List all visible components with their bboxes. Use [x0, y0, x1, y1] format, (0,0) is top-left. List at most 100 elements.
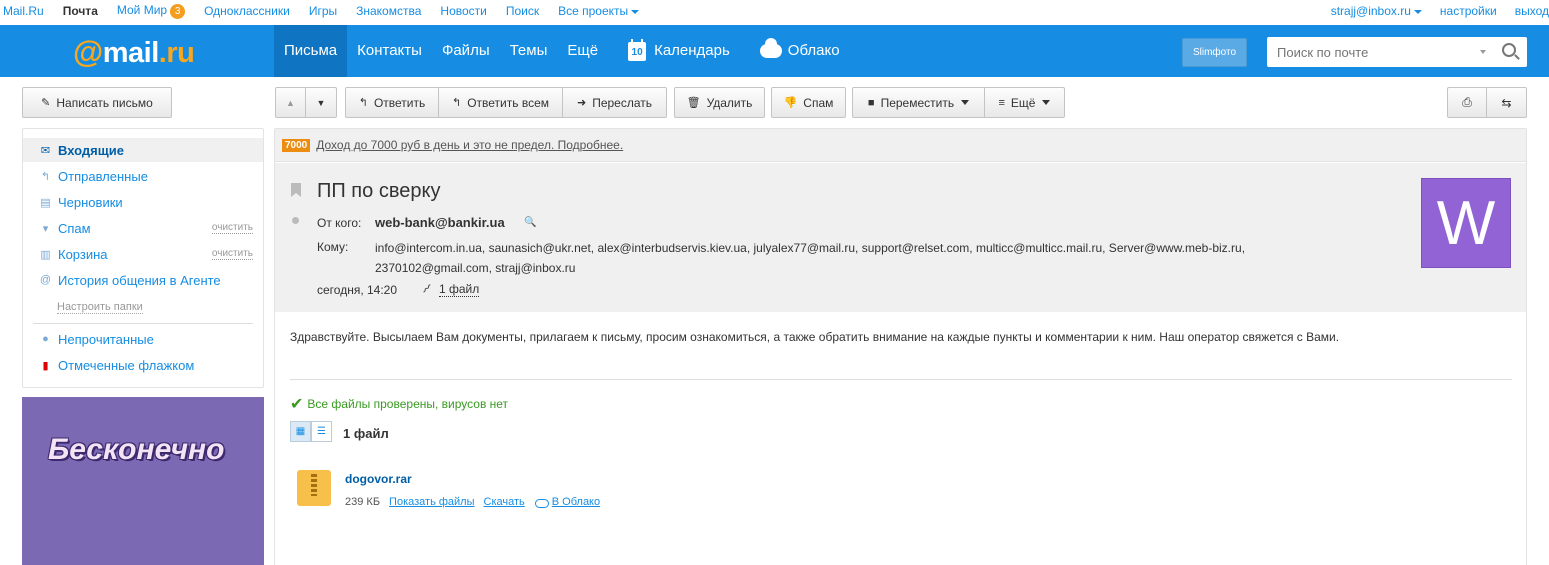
nav-arrows: ▲ ▼ — [275, 87, 337, 118]
archive-file-icon[interactable] — [297, 470, 331, 506]
file-name-link[interactable]: dogovor.rar — [345, 472, 412, 486]
sender-search-icon[interactable]: 🔍 — [524, 217, 536, 228]
search-input[interactable] — [1267, 37, 1477, 67]
letter-panel: 7000 Доход до 7000 руб в день и это не п… — [274, 128, 1527, 565]
portal-link-moimir[interactable]: Мой Мир 3 — [116, 3, 186, 19]
document-icon: ▤ — [40, 196, 51, 209]
portal-link-search[interactable]: Поиск — [506, 4, 539, 18]
main-nav: Письма Контакты Файлы Темы Ещё 10 Календа… — [274, 25, 850, 77]
arrow-down-icon: ▼ — [316, 97, 326, 108]
search-icon[interactable] — [1502, 43, 1516, 57]
tab-more[interactable]: Ещё — [557, 25, 608, 77]
from-label: От кого: — [317, 216, 362, 230]
flag-icon[interactable] — [291, 183, 301, 197]
portal-link-news[interactable]: Новости — [440, 4, 486, 18]
slimfoto-button[interactable]: Slimфото — [1182, 38, 1247, 67]
sidebar-item-unread[interactable]: ● Непрочитанные — [23, 327, 263, 351]
all-projects-label: Все проекты — [558, 4, 629, 18]
tab-themes[interactable]: Темы — [500, 25, 558, 77]
sidebar-item-flagged[interactable]: ▮ Отмеченные флажком — [23, 353, 263, 377]
ad-link[interactable]: Доход до 7000 руб в день и это не предел… — [316, 138, 623, 152]
expand-button[interactable]: ⇆ — [1487, 87, 1527, 118]
print-button[interactable]: ⎙ — [1447, 87, 1487, 118]
logo-mail: mail — [102, 37, 160, 69]
tab-contacts[interactable]: Контакты — [347, 25, 432, 77]
move-button[interactable]: ■ Переместить — [852, 87, 985, 118]
reply-all-button[interactable]: ↰ Ответить всем — [439, 87, 563, 118]
dot-icon: ● — [42, 333, 49, 345]
more-button[interactable]: ≡ Ещё — [985, 87, 1065, 118]
portal-bar: Mail.Ru Почта Мой Мир 3 Одноклассники Игр… — [0, 0, 1549, 22]
tab-letters[interactable]: Письма — [274, 25, 348, 77]
sender-email[interactable]: web-bank@bankir.ua — [375, 215, 505, 230]
clear-trash-link[interactable]: очистить — [211, 248, 253, 260]
tab-calendar[interactable]: 10 Календарь — [618, 25, 740, 77]
file-size: 239 КБ — [345, 496, 381, 508]
sidebar-item-inbox[interactable]: ✉ Входящие — [23, 138, 263, 162]
logo-at: @ — [73, 34, 103, 69]
sidebar-item-label: Входящие — [58, 142, 124, 158]
show-files-link[interactable]: Показать файлы — [389, 496, 474, 508]
letter-subject: ПП по сверку — [317, 180, 441, 202]
list-view-icon[interactable]: ☰ — [311, 421, 332, 442]
thumbs-down-icon: 👎 — [783, 97, 798, 109]
sidebar-item-agent-history[interactable]: @ История общения в Агенте — [23, 268, 263, 292]
main-header: @mail.ru Письма Контакты Файлы Темы Ещё … — [0, 25, 1549, 77]
setup-folders-link[interactable]: Настроить папки — [57, 301, 143, 314]
sidebar-item-sent[interactable]: ↰ Отправленные — [23, 164, 263, 188]
portal-link-games[interactable]: Игры — [309, 4, 337, 18]
attachments-link[interactable]: 1 файл — [439, 283, 480, 297]
sidebar-item-spam[interactable]: ▾ Спам очистить — [23, 216, 263, 240]
more-label: Ещё — [1010, 95, 1036, 110]
mailru-logo[interactable]: @mail.ru — [73, 34, 195, 70]
search-options-chevron-icon[interactable] — [1480, 50, 1486, 54]
grid-view-icon[interactable]: ▦ — [290, 421, 311, 442]
reply-all-label: Ответить всем — [467, 95, 549, 110]
delete-button[interactable]: 🗑 Удалить — [674, 87, 765, 118]
portal-link-pochta[interactable]: Почта — [63, 4, 98, 18]
compose-button[interactable]: ✎ Написать письмо — [22, 87, 172, 118]
tab-cloud[interactable]: Облако — [750, 25, 850, 77]
portal-link-dating[interactable]: Знакомства — [356, 4, 421, 18]
flag-icon: ▮ — [42, 359, 49, 372]
portal-link-mailru[interactable]: Mail.Ru — [3, 4, 44, 18]
expand-icon: ⇆ — [1501, 95, 1512, 110]
download-link[interactable]: Скачать — [484, 496, 525, 508]
prev-letter-button[interactable]: ▲ — [275, 87, 306, 118]
forward-button[interactable]: ➜ Переслать — [563, 87, 667, 118]
logout-link[interactable]: выход — [1515, 4, 1549, 18]
save-to-cloud-link[interactable]: В Облако — [552, 496, 600, 508]
reply-button[interactable]: ↰ Ответить — [345, 87, 439, 118]
spam-button[interactable]: 👎 Спам — [771, 87, 846, 118]
next-letter-button[interactable]: ▼ — [306, 87, 337, 118]
forward-label: Переслать — [592, 95, 653, 110]
sidebar-item-drafts[interactable]: ▤ Черновики — [23, 190, 263, 214]
read-status-icon[interactable] — [292, 217, 299, 224]
reply-all-icon: ↰ — [451, 97, 462, 109]
user-email: strajj@inbox.ru — [1330, 4, 1411, 18]
clear-spam-link[interactable]: очистить — [211, 222, 253, 234]
user-email-menu[interactable]: strajj@inbox.ru — [1331, 4, 1422, 18]
paperclip-icon: ⌇ — [418, 281, 435, 297]
letter-header: ПП по сверку От кого: web-bank@bankir.ua… — [275, 163, 1526, 312]
sidebar-divider — [33, 323, 253, 324]
checkmark-icon: ✔ — [290, 396, 304, 413]
portal-link-moimir-label: Мой Мир — [116, 3, 168, 17]
reply-label: Ответить — [373, 95, 426, 110]
portal-link-all-projects[interactable]: Все проекты — [558, 4, 640, 18]
arrow-up-icon: ▲ — [286, 97, 295, 108]
to-label: Кому: — [317, 240, 349, 254]
cloud-icon — [759, 38, 782, 58]
reply-icon: ↰ — [358, 97, 368, 109]
chevron-down-icon — [1042, 100, 1051, 105]
tab-files[interactable]: Файлы — [432, 25, 500, 77]
move-group: ■ Переместить ≡ Ещё — [852, 87, 1065, 118]
settings-link[interactable]: настройки — [1440, 4, 1497, 18]
letter-date: сегодня, 14:20 — [317, 283, 398, 297]
sidebar-item-trash[interactable]: ▥ Корзина очистить — [23, 242, 263, 266]
chevron-down-icon — [1413, 9, 1422, 14]
sidebar-item-label: Корзина — [58, 246, 108, 262]
sidebar-item-label: Черновики — [58, 194, 123, 210]
portal-link-ok[interactable]: Одноклассники — [204, 4, 290, 18]
promo-banner[interactable]: Бесконечно — [22, 397, 264, 565]
